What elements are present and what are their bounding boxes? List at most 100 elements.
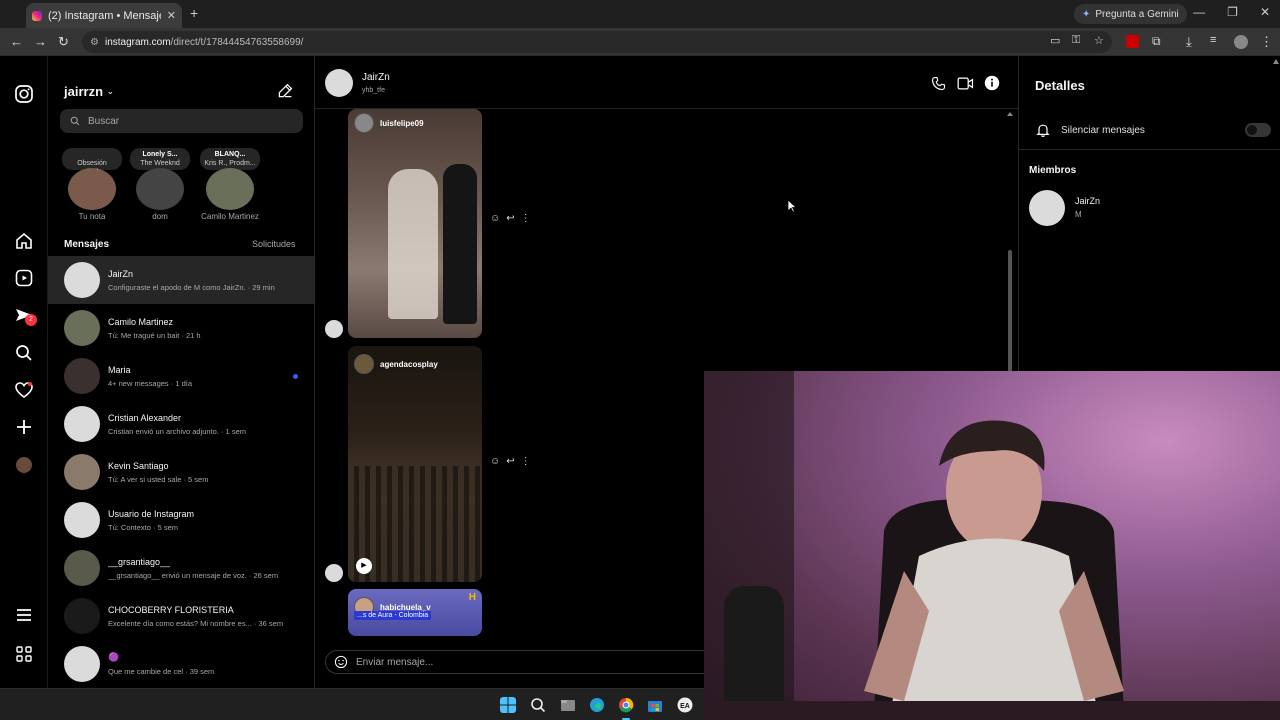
note-text: Kris R., Prodm...: [204, 160, 256, 167]
site-info-icon[interactable]: ⚙: [90, 37, 99, 48]
react-emoji-icon[interactable]: ☺: [490, 456, 500, 467]
edge-browser-icon[interactable]: [589, 697, 605, 713]
shared-reel[interactable]: agendacosplay ▶: [348, 346, 482, 582]
browser-tab-title: (2) Instagram • Mensajes: [48, 9, 161, 22]
more-options-icon[interactable]: ⋮: [521, 213, 531, 224]
profile-avatar-icon[interactable]: [16, 457, 32, 473]
bookmark-star-icon[interactable]: ☆: [1094, 34, 1104, 47]
post-author[interactable]: agendacosplay: [354, 354, 438, 374]
emoji-picker-icon[interactable]: [334, 655, 348, 669]
conversation-item[interactable]: CHOCOBERRY FLORISTERIA Excelente día como…: [48, 592, 314, 640]
extensions-puzzle-icon[interactable]: ⧉: [1152, 34, 1161, 49]
conversation-name: CHOCOBERRY FLORISTERIA: [108, 604, 234, 615]
back-icon[interactable]: ←: [10, 34, 23, 49]
more-menu-icon[interactable]: [14, 605, 34, 625]
conversation-item[interactable]: Usuario de Instagram Tú: Contexto · 5 sem: [48, 496, 314, 544]
sender-avatar: [325, 320, 343, 338]
browser-menu-icon[interactable]: ⋮: [1260, 34, 1273, 50]
conversation-name: 🟣: [108, 652, 120, 662]
close-window-icon[interactable]: ✕: [1260, 5, 1270, 19]
reply-icon[interactable]: ↩: [506, 456, 514, 467]
member-avatar[interactable]: [1029, 190, 1065, 226]
create-plus-icon[interactable]: [14, 417, 34, 437]
close-tab-icon[interactable]: ✕: [167, 9, 176, 22]
conversation-item[interactable]: __grsantiago__ __grsantiago__ envió un me…: [48, 544, 314, 592]
pdf-extension-icon[interactable]: [1126, 35, 1139, 48]
mute-messages-label: Silenciar mensajes: [1061, 124, 1145, 136]
note-item[interactable]: Obsesión actual... Tu nota: [62, 148, 122, 221]
phone-call-icon[interactable]: [931, 76, 946, 91]
new-message-compose-icon[interactable]: [277, 83, 293, 99]
message-actions: ☺ ↩ ⋮: [490, 213, 531, 224]
sender-avatar: [325, 564, 343, 582]
account-switcher[interactable]: jairrzn ⌄: [64, 84, 114, 99]
reload-icon[interactable]: ↻: [58, 34, 69, 50]
url-host: instagram.com: [104, 36, 171, 48]
panel-scroll-up-icon[interactable]: [1273, 58, 1279, 66]
note-item[interactable]: Lonely S... The Weeknd dom: [130, 148, 190, 221]
conversation-avatar: [64, 598, 100, 634]
members-header: Miembros: [1029, 165, 1077, 176]
search-input[interactable]: Buscar: [60, 109, 303, 133]
conversation-item[interactable]: 🟣 Que me cambie de cel · 39 sem: [48, 640, 314, 688]
conversation-name: Usuario de Instagram: [108, 508, 195, 519]
message-input-placeholder: Enviar mensaje...: [356, 656, 434, 668]
note-bubble: BLANQ... Kris R., Prodm...: [200, 148, 260, 170]
chrome-browser-icon[interactable]: [618, 697, 634, 713]
reply-icon[interactable]: ↩: [506, 213, 514, 224]
also-from-meta-icon[interactable]: [14, 644, 34, 664]
browser-tab[interactable]: (2) Instagram • Mensajes ✕: [26, 3, 182, 28]
media-controls-icon[interactable]: ≡: [1210, 34, 1216, 46]
new-tab-button[interactable]: +: [190, 5, 198, 21]
minimize-window-icon[interactable]: —: [1193, 5, 1205, 19]
react-emoji-icon[interactable]: ☺: [490, 213, 500, 224]
conversation-preview: 4+ new messages · 1 día: [108, 378, 193, 388]
profile-avatar[interactable]: [1234, 35, 1248, 49]
conversation-preview: Excelente día como estás? Mi nombre es..…: [108, 618, 284, 628]
chat-contact-name[interactable]: JairZn: [362, 72, 390, 83]
instagram-logo-icon[interactable]: [14, 84, 34, 104]
post-photo-person: [443, 164, 477, 324]
password-key-icon[interactable]: ⚿: [1072, 34, 1080, 47]
member-name[interactable]: JairZn: [1075, 196, 1100, 206]
shared-post[interactable]: habichuela_v ...s de Aura - Colombia H: [348, 589, 482, 636]
windows-start-icon[interactable]: [500, 697, 516, 713]
gemini-button[interactable]: ✦ Pregunta a Gemini: [1074, 4, 1187, 24]
conversation-info-icon[interactable]: [984, 75, 1000, 91]
post-author-avatar: [354, 113, 374, 133]
download-icon[interactable]: ⤓: [1186, 34, 1192, 50]
video-call-icon[interactable]: [957, 76, 974, 91]
chat-header: JairZn yhb_tfe: [315, 56, 1018, 109]
svg-text:EA: EA: [680, 703, 690, 710]
note-bubble: Obsesión actual...: [62, 148, 122, 170]
search-icon[interactable]: [14, 343, 34, 363]
cast-icon[interactable]: ▭: [1050, 34, 1060, 47]
taskbar-search-icon[interactable]: [530, 697, 546, 713]
file-explorer-icon[interactable]: [560, 697, 576, 713]
conversation-item[interactable]: Camilo Martinez Tú: Me tragué un bait · 2…: [48, 304, 314, 352]
post-author[interactable]: luisfelipe09: [354, 113, 424, 133]
notifications-heart-icon[interactable]: [14, 380, 34, 400]
note-avatar: [206, 168, 254, 210]
mute-messages-toggle[interactable]: [1245, 123, 1271, 137]
address-bar[interactable]: ⚙ instagram.com/direct/t/178444547635586…: [82, 31, 1112, 53]
home-icon[interactable]: [14, 231, 34, 251]
reels-icon[interactable]: [14, 268, 34, 288]
requests-link[interactable]: Solicitudes: [252, 239, 296, 249]
maximize-window-icon[interactable]: ❐: [1227, 5, 1238, 19]
note-avatar: [68, 168, 116, 210]
more-options-icon[interactable]: ⋮: [521, 456, 531, 467]
ea-app-icon[interactable]: EA: [677, 697, 693, 713]
conversation-item[interactable]: JairZn Configuraste el apodo de M como Ja…: [48, 256, 314, 304]
conversation-item[interactable]: Cristian Alexander Cristian envió un arch…: [48, 400, 314, 448]
chevron-down-icon: ⌄: [107, 87, 114, 96]
microsoft-store-icon[interactable]: [647, 697, 663, 713]
conversation-item[interactable]: Kevin Santiago Tú: A ver si usted sale · …: [48, 448, 314, 496]
shared-post[interactable]: luisfelipe09: [348, 109, 482, 338]
search-icon: [70, 116, 80, 126]
forward-icon[interactable]: →: [34, 34, 47, 49]
note-item[interactable]: BLANQ... Kris R., Prodm... Camilo Martinez: [200, 148, 260, 221]
post-photo-subject: [388, 169, 438, 319]
conversation-item[interactable]: Maria 4+ new messages · 1 día: [48, 352, 314, 400]
chat-avatar[interactable]: [325, 69, 353, 97]
